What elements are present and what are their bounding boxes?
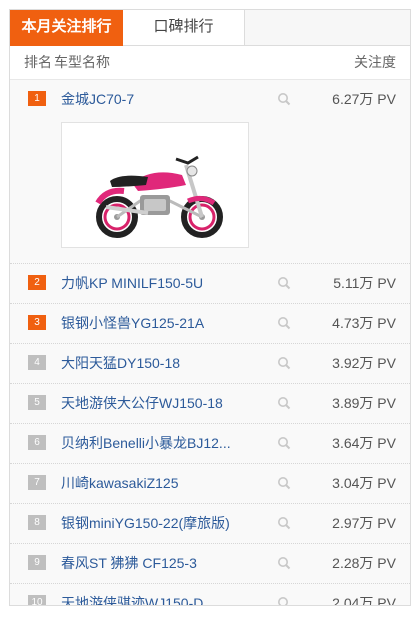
tab-monthly-attention[interactable]: 本月关注排行 (10, 10, 123, 46)
rank-badge: 4 (28, 355, 46, 370)
rank-badge: 3 (28, 315, 46, 330)
model-link[interactable]: 力帆KP MINILF150-5U (61, 264, 203, 302)
table-row: 8 银钢miniYG150-22(摩旅版) 2.97万 PV (10, 504, 410, 544)
header-rank: 排名 (24, 54, 52, 70)
table-row: 2 力帆KP MINILF150-5U 5.11万 PV (10, 264, 410, 304)
magnifier-icon[interactable] (277, 92, 291, 106)
attention-value: 3.04万 PV (332, 475, 396, 491)
rank-badge: 9 (28, 555, 46, 570)
rank-badge: 7 (28, 475, 46, 490)
header-attention: 关注度 (354, 54, 396, 70)
model-link[interactable]: 天地游侠骐迹WJ150-D (61, 584, 203, 605)
model-link[interactable]: 天地游侠大公仔WJ150-18 (61, 384, 223, 422)
tab-reputation[interactable]: 口碑排行 (123, 10, 245, 46)
model-link[interactable]: 川崎kawasakiZ125 (61, 464, 179, 502)
model-link[interactable]: 银钢小怪兽YG125-21A (61, 304, 204, 342)
rank-badge: 10 (28, 595, 46, 605)
model-link[interactable]: 银钢miniYG150-22(摩旅版) (61, 504, 230, 542)
rank-badge: 8 (28, 515, 46, 530)
attention-value: 3.92万 PV (332, 355, 396, 371)
attention-value: 2.04万 PV (332, 595, 396, 606)
attention-value: 2.97万 PV (332, 515, 396, 531)
table-row: 6 贝纳利Benelli小暴龙BJ12... 3.64万 PV (10, 424, 410, 464)
header-model: 车型名称 (54, 54, 110, 70)
table-row: 7 川崎kawasakiZ125 3.04万 PV (10, 464, 410, 504)
magnifier-icon[interactable] (277, 556, 291, 570)
tab-bar: 本月关注排行 口碑排行 (10, 10, 410, 46)
magnifier-icon[interactable] (277, 396, 291, 410)
magnifier-icon[interactable] (277, 476, 291, 490)
rank-badge: 6 (28, 435, 46, 450)
table-row: 1 金城JC70-7 6.27万 PV (10, 80, 410, 264)
motorcycle-thumbnail[interactable] (61, 122, 249, 248)
attention-value: 4.73万 PV (332, 315, 396, 331)
attention-value: 3.64万 PV (332, 435, 396, 451)
ranking-panel: 本月关注排行 口碑排行 排名 车型名称 关注度 1 金城JC70-7 6.27万… (9, 9, 411, 606)
attention-value: 2.28万 PV (332, 555, 396, 571)
rank-badge: 5 (28, 395, 46, 410)
magnifier-icon[interactable] (277, 436, 291, 450)
table-row: 3 银钢小怪兽YG125-21A 4.73万 PV (10, 304, 410, 344)
model-link[interactable]: 贝纳利Benelli小暴龙BJ12... (61, 424, 231, 462)
magnifier-icon[interactable] (277, 596, 291, 606)
motorcycle-image (62, 123, 248, 247)
attention-value: 3.89万 PV (332, 395, 396, 411)
table-row: 9 春风ST 狒狒 CF125-3 2.28万 PV (10, 544, 410, 584)
table-row: 10 天地游侠骐迹WJ150-D 2.04万 PV (10, 584, 410, 606)
attention-value: 6.27万 PV (332, 91, 396, 107)
magnifier-icon[interactable] (277, 356, 291, 370)
rank-badge: 2 (28, 275, 46, 290)
table-row: 4 大阳天猛DY150-18 3.92万 PV (10, 344, 410, 384)
magnifier-icon[interactable] (277, 516, 291, 530)
attention-value: 5.11万 PV (333, 275, 396, 291)
table-row: 5 天地游侠大公仔WJ150-18 3.89万 PV (10, 384, 410, 424)
model-link[interactable]: 金城JC70-7 (61, 80, 134, 118)
magnifier-icon[interactable] (277, 276, 291, 290)
magnifier-icon[interactable] (277, 316, 291, 330)
rank-badge: 1 (28, 91, 46, 106)
table-header: 排名 车型名称 关注度 (10, 46, 410, 80)
model-link[interactable]: 大阳天猛DY150-18 (61, 344, 180, 382)
model-link[interactable]: 春风ST 狒狒 CF125-3 (61, 544, 197, 582)
